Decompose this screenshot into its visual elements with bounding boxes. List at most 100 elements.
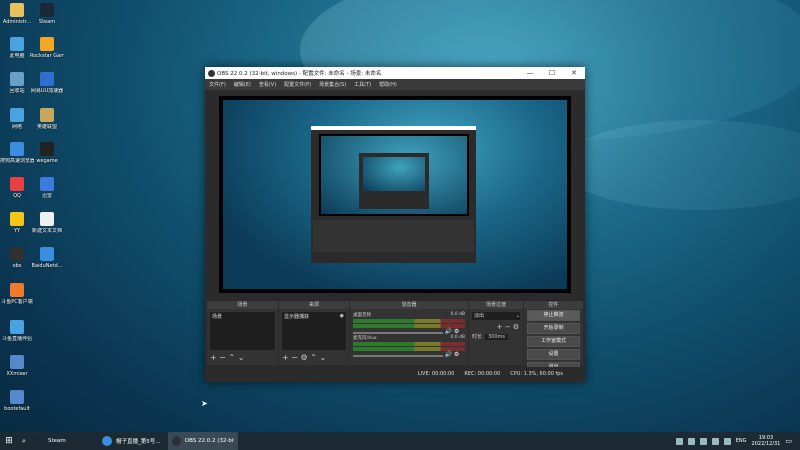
- desktop-shortcut[interactable]: 网易UU加速器: [30, 72, 64, 94]
- move-down-icon[interactable]: ⌄: [319, 353, 326, 362]
- app-icon: [10, 355, 24, 369]
- settings-button[interactable]: 设置: [527, 349, 580, 360]
- sources-list[interactable]: 显示器捕获 ◉: [282, 312, 346, 350]
- desktop-shortcut[interactable]: 回收站: [0, 72, 34, 94]
- menu-item[interactable]: 文件(F): [205, 81, 230, 88]
- desktop-shortcut[interactable]: wegame: [30, 142, 64, 164]
- taskbar-app[interactable]: 帽子直播_第5号...: [98, 432, 168, 450]
- gear-icon[interactable]: ⚙: [301, 353, 308, 362]
- desktop-shortcut[interactable]: Administr...: [0, 3, 34, 25]
- nested-obs-preview: [311, 126, 476, 263]
- minimize-button[interactable]: —: [519, 69, 541, 77]
- move-down-icon[interactable]: ⌄: [238, 353, 245, 362]
- duration-input[interactable]: 300ms: [485, 333, 509, 340]
- desktop-shortcut[interactable]: 迅雷: [30, 177, 64, 199]
- source-item[interactable]: 显示器捕获 ◉: [282, 312, 346, 321]
- menu-item[interactable]: 编辑(E): [230, 81, 255, 88]
- menu-item[interactable]: 帮助(H): [375, 81, 401, 88]
- desktop-shortcut[interactable]: 此电脑: [0, 37, 34, 59]
- source-item-label: 显示器捕获: [284, 314, 310, 320]
- scenes-dock-title: 场景: [207, 301, 278, 309]
- network-icon[interactable]: [711, 437, 719, 445]
- shortcut-label: 新建文本文档: [31, 228, 62, 234]
- desktop-shortcut[interactable]: BaiduNetd...: [30, 247, 64, 269]
- taskbar-app[interactable]: OBS 22.0.2 (32-bit...: [168, 432, 238, 450]
- desktop-shortcut[interactable]: 网络: [0, 108, 34, 130]
- stop-streaming-button[interactable]: 停止推流: [527, 310, 580, 321]
- app-icon: [34, 436, 44, 446]
- preview-canvas[interactable]: [219, 96, 571, 293]
- scene-item[interactable]: 场景: [210, 312, 275, 321]
- transitions-dock: 场景过渡 淡出 ⌄ + − ⚙ 时长 300ms: [469, 301, 523, 365]
- preview-desktop-capture: [223, 100, 567, 289]
- desktop-shortcut[interactable]: obs: [0, 247, 34, 269]
- speaker-icon[interactable]: 🔊: [445, 328, 452, 335]
- shortcut-label: obs: [12, 263, 22, 269]
- desktop-shortcut[interactable]: 英雄联盟: [30, 108, 64, 130]
- desktop-shortcut[interactable]: 搜狗高速浏览器: [0, 142, 34, 164]
- obs-window[interactable]: OBS 22.0.2 (32-bit, windows) - 配置文件: 未命名…: [205, 67, 585, 382]
- move-up-icon[interactable]: ⌃: [229, 353, 236, 362]
- clock[interactable]: 19:03 2022/12/31: [752, 435, 781, 447]
- gear-icon[interactable]: ⚙: [454, 351, 459, 358]
- app-icon: [172, 436, 181, 446]
- desktop-shortcut[interactable]: QQ: [0, 177, 34, 199]
- app-icon: [40, 3, 54, 17]
- shortcut-label: bootefault: [4, 406, 30, 412]
- app-icon: [40, 177, 54, 191]
- move-up-icon[interactable]: ⌃: [310, 353, 317, 362]
- menu-item[interactable]: 查看(V): [255, 81, 280, 88]
- desktop-shortcut[interactable]: 新建文本文档: [30, 212, 64, 234]
- gear-icon[interactable]: ⚙: [454, 328, 459, 335]
- start-button[interactable]: ⊞: [0, 436, 18, 446]
- transition-select[interactable]: 淡出 ⌄: [472, 312, 520, 320]
- shortcut-label: 迅雷: [41, 193, 52, 199]
- start-recording-button[interactable]: 开始录制: [527, 323, 580, 334]
- remove-transition-button[interactable]: −: [505, 323, 511, 331]
- window-title: OBS 22.0.2 (32-bit, windows) - 配置文件: 未命名…: [217, 71, 382, 77]
- taskbar-app[interactable]: Steam: [30, 432, 98, 450]
- tray-icon[interactable]: [699, 437, 707, 445]
- system-tray: ENG 19:03 2022/12/31 ▭: [675, 432, 792, 450]
- shortcut-label: 英雄联盟: [36, 124, 57, 130]
- remove-scene-button[interactable]: −: [219, 353, 226, 362]
- studio-mode-button[interactable]: 工作室模式: [527, 336, 580, 347]
- desktop-shortcut[interactable]: Steam: [30, 3, 64, 25]
- audio-meter: [353, 342, 465, 346]
- add-scene-button[interactable]: +: [210, 353, 217, 362]
- shortcut-label: QQ: [13, 193, 21, 199]
- app-icon: [10, 212, 24, 226]
- menu-item[interactable]: 配置文件(P): [280, 81, 315, 88]
- mixer-channel: 麦克风/Aux 0.0 dB 🔊 ⚙: [353, 335, 465, 358]
- volume-slider[interactable]: [353, 332, 443, 334]
- menu-item[interactable]: 场景集合(S): [315, 81, 350, 88]
- eye-icon[interactable]: ◉: [340, 313, 344, 320]
- obs-titlebar[interactable]: OBS 22.0.2 (32-bit, windows) - 配置文件: 未命名…: [205, 67, 585, 79]
- remove-source-button[interactable]: −: [291, 353, 298, 362]
- desktop-shortcut[interactable]: Rockstar Games...: [30, 37, 64, 59]
- obs-logo-icon: [208, 69, 215, 77]
- menu-item[interactable]: 工具(T): [350, 81, 375, 88]
- maximize-button[interactable]: ☐: [541, 69, 563, 77]
- language-indicator[interactable]: ENG: [736, 438, 747, 444]
- notification-icon[interactable]: ▭: [785, 437, 792, 445]
- desktop-shortcut[interactable]: YY: [0, 212, 34, 234]
- tray-icon[interactable]: [687, 437, 695, 445]
- volume-icon[interactable]: [723, 437, 731, 445]
- volume-slider[interactable]: [353, 355, 443, 357]
- add-source-button[interactable]: +: [282, 353, 289, 362]
- search-icon[interactable]: ⌕: [18, 437, 30, 446]
- desktop-shortcut[interactable]: 斗鱼直播伴侣: [0, 320, 34, 342]
- desktop-shortcut[interactable]: bootefault: [0, 390, 34, 412]
- scenes-list[interactable]: 场景: [210, 312, 275, 350]
- speaker-icon[interactable]: 🔊: [445, 351, 452, 358]
- gear-icon[interactable]: ⚙: [513, 323, 519, 331]
- app-icon: [10, 247, 24, 261]
- tray-icon[interactable]: [675, 437, 683, 445]
- close-button[interactable]: ✕: [563, 69, 585, 77]
- desktop-shortcut[interactable]: 斗鱼PC客户端: [0, 283, 34, 305]
- add-transition-button[interactable]: +: [497, 323, 503, 331]
- app-icon: [40, 247, 54, 261]
- desktop-shortcut[interactable]: XXmixer: [0, 355, 34, 377]
- rec-status: REC: 00:00:00: [464, 371, 501, 377]
